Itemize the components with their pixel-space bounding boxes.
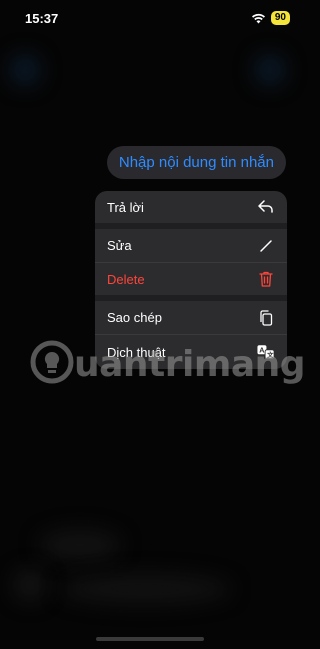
watermark-logo-icon <box>30 340 74 389</box>
message-bubble[interactable]: Nhập nội dung tin nhắn <box>106 146 286 179</box>
menu-item-label: Dịch thuật <box>107 344 166 360</box>
wifi-icon <box>251 13 266 24</box>
status-icons: 90 <box>251 11 290 25</box>
menu-item-edit[interactable]: Sửa <box>95 229 287 263</box>
menu-item-label: Sửa <box>107 238 132 253</box>
menu-item-copy[interactable]: Sao chép <box>95 301 287 335</box>
context-menu: Trả lời Sửa Delete Sao chép Dịch thuật A… <box>95 191 287 369</box>
trash-icon <box>257 270 275 288</box>
pencil-icon <box>257 237 275 255</box>
svg-text:A: A <box>259 345 264 354</box>
menu-item-delete[interactable]: Delete <box>95 263 287 301</box>
menu-item-label: Delete <box>107 271 145 287</box>
reply-icon <box>257 198 275 216</box>
menu-item-label: Sao chép <box>107 310 162 325</box>
svg-text:文: 文 <box>267 350 274 359</box>
battery-indicator: 90 <box>270 11 290 25</box>
copy-icon <box>257 309 275 327</box>
menu-item-reply[interactable]: Trả lời <box>95 191 287 229</box>
menu-item-label: Trả lời <box>107 199 144 215</box>
status-time: 15:37 <box>25 11 59 26</box>
translate-icon: A文 <box>257 343 275 361</box>
home-indicator <box>96 637 204 641</box>
menu-item-translate[interactable]: Dịch thuật A文 <box>95 335 287 369</box>
status-bar: 15:37 90 <box>0 0 300 40</box>
